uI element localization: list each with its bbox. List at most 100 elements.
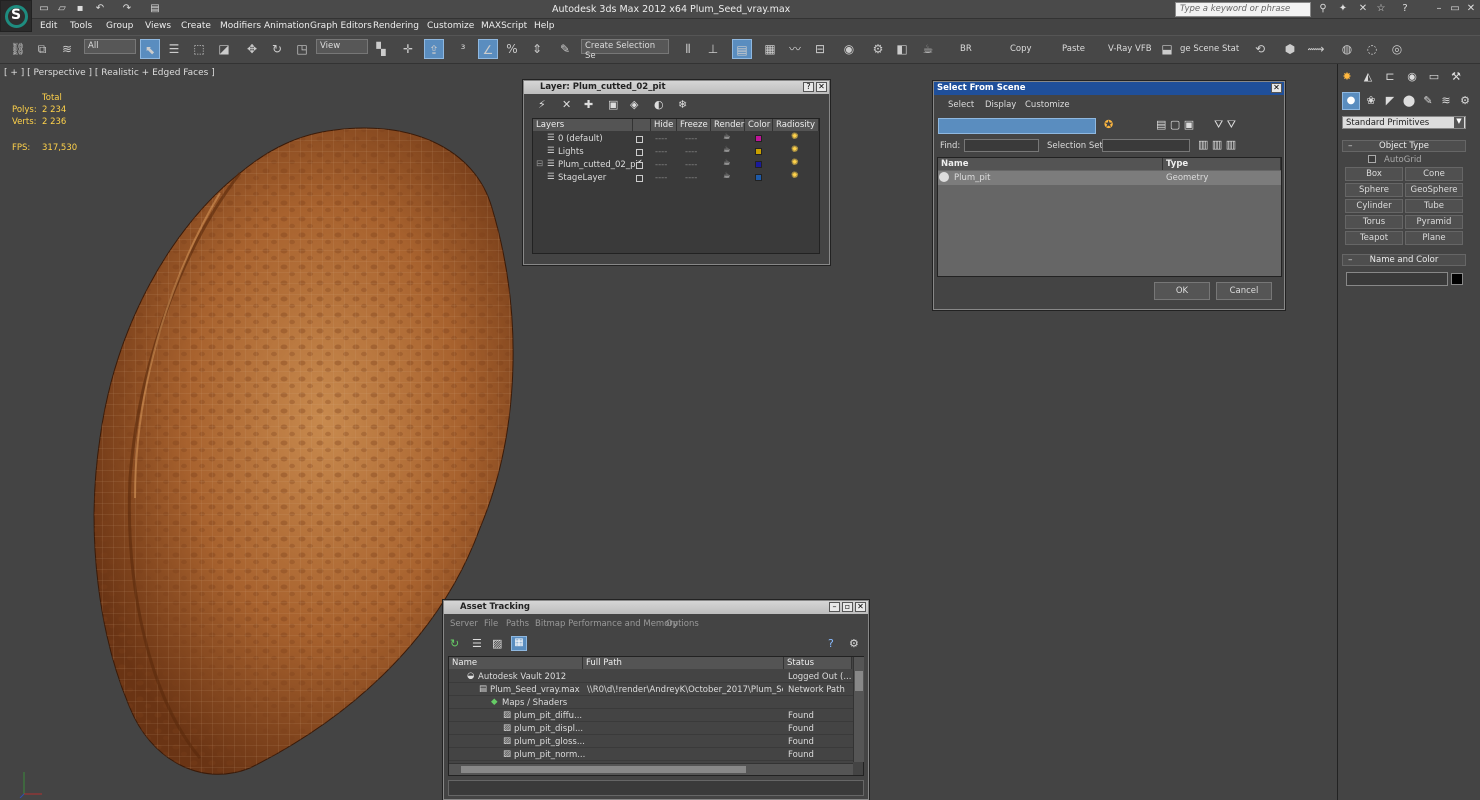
menu-create[interactable]: Create xyxy=(181,21,211,31)
menu-group[interactable]: Group xyxy=(106,21,133,31)
paste-button[interactable]: Paste xyxy=(1062,44,1085,54)
settings-icon[interactable]: ⚙ xyxy=(849,637,859,650)
col-layers[interactable]: Layers xyxy=(533,119,633,131)
tool-d-icon[interactable]: ◍ xyxy=(1337,39,1357,59)
radiosity-icon[interactable]: ✺ xyxy=(791,171,799,181)
col-color[interactable]: Color xyxy=(745,119,773,131)
select-menu-select[interactable]: Select xyxy=(948,100,974,110)
asset-menu-file[interactable]: File xyxy=(484,619,498,629)
percent-snap-icon[interactable]: % xyxy=(502,39,522,59)
select-menu-display[interactable]: Display xyxy=(985,100,1016,110)
create-tab-icon[interactable]: ✸ xyxy=(1338,68,1356,86)
menu-rendering[interactable]: Rendering xyxy=(373,21,419,31)
radiosity-icon[interactable]: ✺ xyxy=(791,158,799,168)
render-teapot-icon[interactable]: ☕ xyxy=(723,158,731,168)
search-input[interactable]: Type a keyword or phrase xyxy=(1175,2,1311,17)
selection-filter-dropdown[interactable]: All xyxy=(84,39,136,54)
help-icon[interactable]: ? xyxy=(803,82,814,92)
binoculars-icon[interactable]: ⚲ xyxy=(1316,2,1330,16)
close-icon[interactable]: ✕ xyxy=(855,602,866,612)
spacewarps-category-icon[interactable]: ≋ xyxy=(1437,92,1455,110)
freeze-toggle[interactable]: ---- xyxy=(685,147,697,157)
layer-color-swatch[interactable] xyxy=(755,135,762,142)
pyramid-button[interactable]: Pyramid xyxy=(1405,215,1463,229)
name-color-rollout[interactable]: Name and Color xyxy=(1342,254,1466,266)
maximize-icon[interactable]: ▫ xyxy=(842,602,853,612)
asset-menu-paths[interactable]: Paths xyxy=(506,619,529,629)
minimize-icon[interactable]: – xyxy=(829,602,840,612)
col-hide[interactable]: Hide xyxy=(651,119,677,131)
col-status[interactable]: Status xyxy=(784,657,852,669)
select-object-icon[interactable]: ⬉ xyxy=(140,39,160,59)
rollout-collapse-icon[interactable]: – xyxy=(1348,255,1353,265)
render-teapot-icon[interactable]: ☕ xyxy=(723,171,731,181)
layer-row[interactable]: ⊟ ☰ Plum_cutted_02_pit ✓ ---- ---- ☕ ✺ xyxy=(533,158,819,171)
thumbnail-view-icon[interactable]: ▨ xyxy=(492,637,502,650)
scale-icon[interactable]: ◳ xyxy=(292,39,312,59)
col-name[interactable]: Name xyxy=(449,657,583,669)
hierarchy-tab-icon[interactable]: ⊏ xyxy=(1381,68,1399,86)
select-menu-customize[interactable]: Customize xyxy=(1025,100,1070,110)
vray-vfb-button[interactable]: V-Ray VFB xyxy=(1108,44,1152,54)
autogrid-checkbox[interactable] xyxy=(1368,155,1376,163)
app-logo-button[interactable]: S xyxy=(0,0,32,32)
menu-views[interactable]: Views xyxy=(145,21,171,31)
find-input[interactable] xyxy=(964,139,1039,152)
link-icon[interactable]: ⛓ xyxy=(8,39,28,59)
modify-tab-icon[interactable]: ◭ xyxy=(1359,68,1377,86)
hide-toggle[interactable]: ---- xyxy=(655,134,667,144)
maximize-icon[interactable]: ▭ xyxy=(1448,2,1462,16)
tool-a-icon[interactable]: ⟲ xyxy=(1250,39,1270,59)
br-button[interactable]: BR xyxy=(960,44,972,54)
rendered-frame-icon[interactable]: ◧ xyxy=(892,39,912,59)
save-file-icon[interactable]: ▪ xyxy=(73,2,87,16)
menu-edit[interactable]: Edit xyxy=(40,21,57,31)
table-row[interactable]: ◒ Autodesk Vault 2012 Logged Out (... xyxy=(449,670,853,683)
table-row[interactable]: ▤ Plum_Seed_vray.max \\R0\d\!render\Andr… xyxy=(449,683,853,696)
asset-menu-bitmap[interactable]: Bitmap Performance and Memory xyxy=(535,619,678,629)
add-to-layer-icon[interactable]: ✚ xyxy=(584,98,593,111)
cylinder-button[interactable]: Cylinder xyxy=(1345,199,1403,213)
close-icon[interactable]: ✕ xyxy=(1464,2,1478,16)
menu-animation[interactable]: Animation xyxy=(264,21,310,31)
help-icon[interactable]: ? xyxy=(828,637,834,650)
select-layer-objects-icon[interactable]: ▣ xyxy=(608,98,618,111)
delete-layer-icon[interactable]: ✕ xyxy=(562,98,571,111)
freeze-toggle[interactable]: ---- xyxy=(685,173,697,183)
active-checkbox[interactable] xyxy=(636,136,643,143)
exchange-icon[interactable]: ✕ xyxy=(1356,2,1370,16)
scene-states-icon[interactable]: ⬓ xyxy=(1157,39,1177,59)
menu-modifiers[interactable]: Modifiers xyxy=(220,21,261,31)
edit-named-sel-icon[interactable]: ✎ xyxy=(555,39,575,59)
hide-toggle[interactable]: ---- xyxy=(655,173,667,183)
torus-button[interactable]: Torus xyxy=(1345,215,1403,229)
create-layer-icon[interactable]: ⚡ xyxy=(538,98,546,111)
spinner-snap-icon[interactable]: ⇕ xyxy=(527,39,547,59)
tool-b-icon[interactable]: ⬢ xyxy=(1280,39,1300,59)
teapot-button[interactable]: Teapot xyxy=(1345,231,1403,245)
table-row[interactable]: ▨ plum_pit_norm... Found xyxy=(449,748,853,761)
expand-icon[interactable]: ⊟ xyxy=(536,159,543,169)
utilities-tab-icon[interactable]: ⚒ xyxy=(1447,68,1465,86)
col-freeze[interactable]: Freeze xyxy=(677,119,711,131)
freeze-toggle[interactable]: ---- xyxy=(685,134,697,144)
rotate-icon[interactable]: ↻ xyxy=(267,39,287,59)
col-radiosity[interactable]: Radiosity xyxy=(773,119,819,131)
radiosity-icon[interactable]: ✺ xyxy=(791,145,799,155)
keyboard-shortcut-icon[interactable]: ⇪ xyxy=(424,39,444,59)
active-checkbox[interactable] xyxy=(636,149,643,156)
rect-selection-icon[interactable]: ⬚ xyxy=(189,39,209,59)
select-manipulate-icon[interactable]: ✛ xyxy=(398,39,418,59)
project-folder-icon[interactable]: ▤ xyxy=(148,2,162,16)
filter-icon[interactable]: ⛛ ⛛ xyxy=(1214,118,1254,134)
render-teapot-icon[interactable]: ☕ xyxy=(723,145,731,155)
open-file-icon[interactable]: ▱ xyxy=(55,2,69,16)
bones-icon[interactable]: ✪ xyxy=(1104,118,1120,134)
render-teapot-icon[interactable]: ☕ xyxy=(723,132,731,142)
geosphere-button[interactable]: GeoSphere xyxy=(1405,183,1463,197)
copy-button[interactable]: Copy xyxy=(1010,44,1032,54)
viewport-label[interactable]: [ + ] [ Perspective ] [ Realistic + Edge… xyxy=(4,68,215,78)
minimize-icon[interactable]: – xyxy=(1432,2,1446,16)
systems-category-icon[interactable]: ⚙ xyxy=(1456,92,1474,110)
layer-color-swatch[interactable] xyxy=(755,174,762,181)
